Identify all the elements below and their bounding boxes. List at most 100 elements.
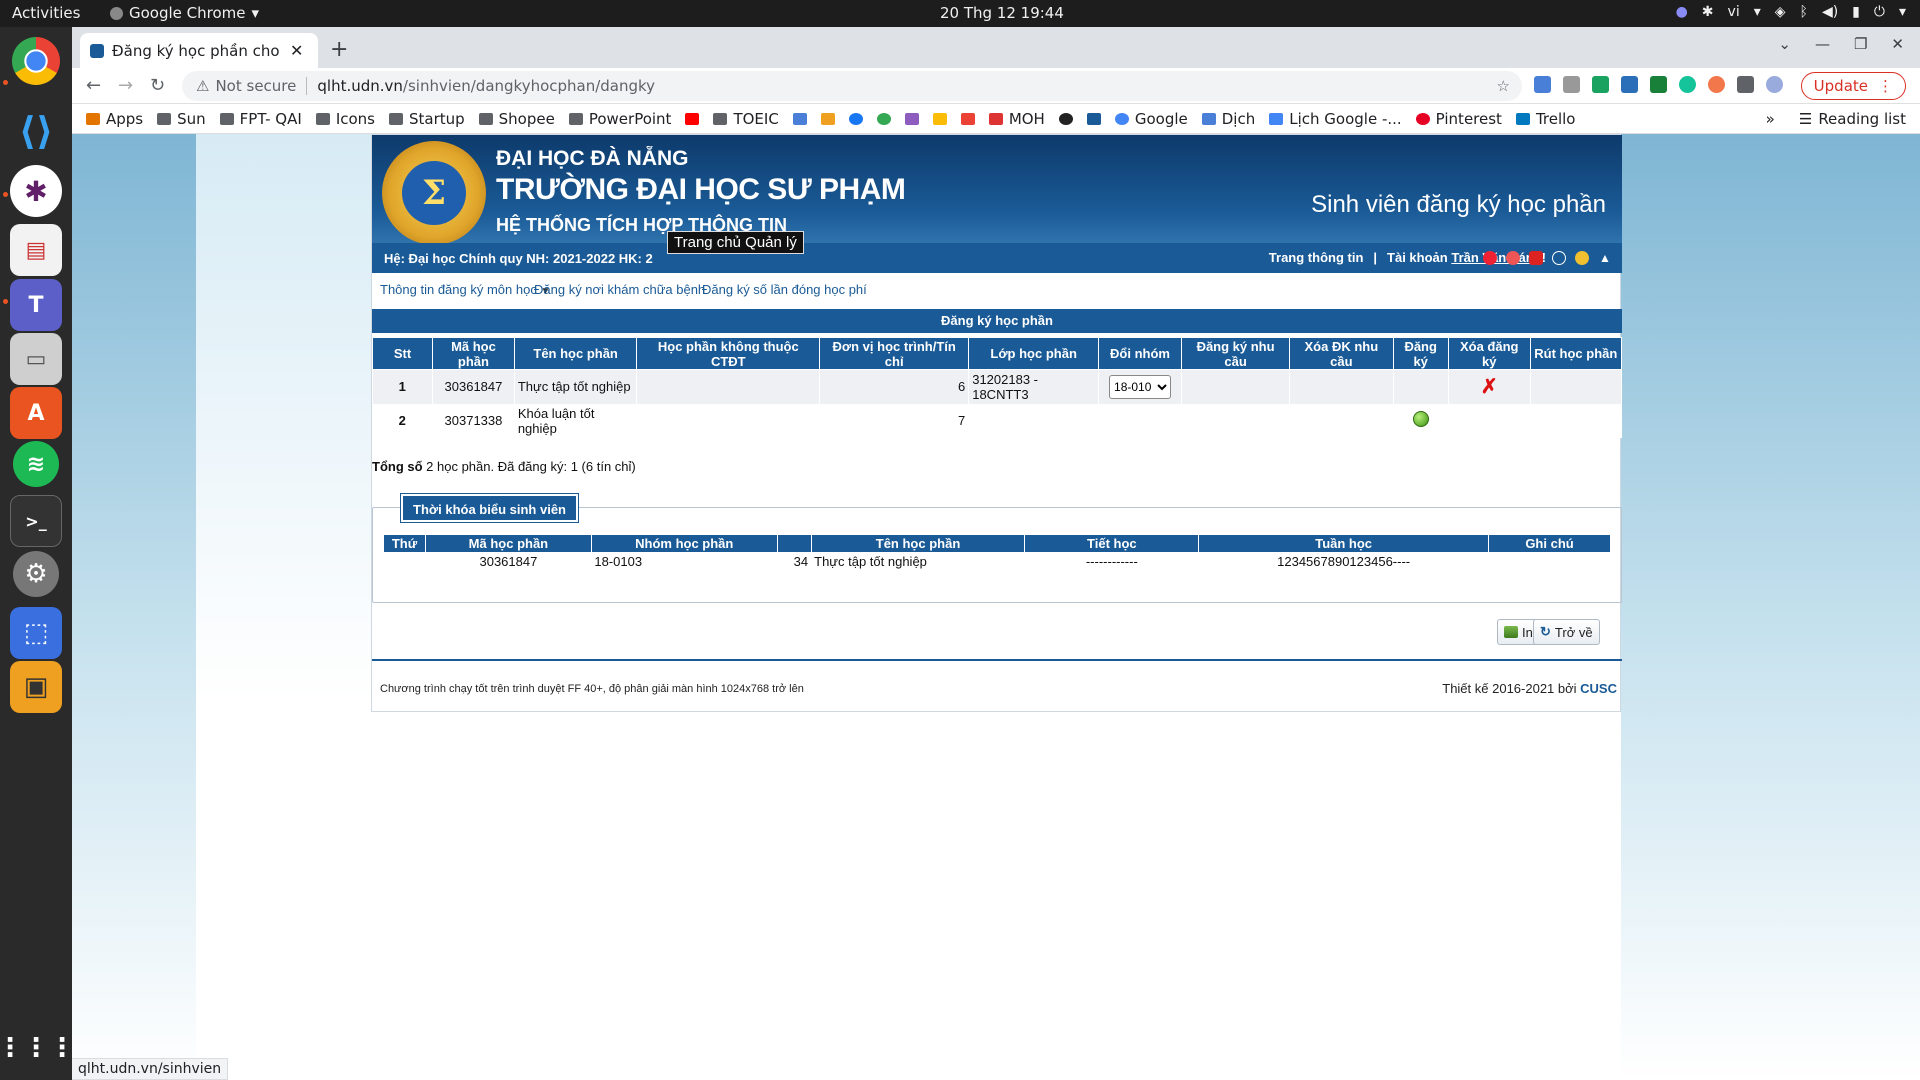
tab-search-icon[interactable]: ⌄: [1778, 35, 1791, 53]
info-page-link[interactable]: Trang thông tin: [1269, 250, 1364, 265]
files-dock-icon[interactable]: ▭: [10, 333, 62, 385]
vscode-dock-icon[interactable]: ⟨⟩: [10, 105, 62, 157]
back-button[interactable]: ↻ Trở về: [1533, 619, 1600, 645]
group-select[interactable]: 18-010: [1109, 374, 1172, 399]
screen-recorder-dock-icon[interactable]: ▣: [10, 661, 62, 713]
bookmark-google[interactable]: Google: [1114, 109, 1188, 128]
bookmark-trello[interactable]: Trello: [1515, 110, 1575, 128]
schedule-title[interactable]: Thời khóa biểu sinh viên: [401, 494, 578, 522]
bookmark-label: PowerPoint: [588, 109, 672, 128]
system-tray[interactable]: ● ✱ vi ▾ ◈ ᛒ ◀) ▮ ⏻ ▾: [1676, 4, 1906, 20]
chrome-small-icon: [110, 6, 123, 20]
more-bookmarks-icon[interactable]: »: [1766, 110, 1775, 128]
update-button[interactable]: Update ⋮: [1800, 72, 1906, 100]
bookmark-dich[interactable]: Dịch: [1201, 110, 1255, 128]
restore-icon[interactable]: ❐: [1854, 35, 1867, 53]
power-icon[interactable]: [1483, 251, 1497, 265]
bookmark-moh[interactable]: MOH: [988, 110, 1045, 128]
schedule-course-name: Thực tập tốt nghiệp: [814, 554, 927, 570]
slack-tray-icon[interactable]: ✱: [1702, 4, 1714, 20]
close-window-icon[interactable]: ✕: [1891, 35, 1904, 53]
bookmark-leaf[interactable]: [876, 112, 891, 125]
separator: |: [1373, 250, 1378, 265]
puzzle-extensions-icon[interactable]: [1737, 76, 1754, 93]
bookmark-apps[interactable]: Apps: [86, 110, 143, 128]
language-indicator[interactable]: vi: [1728, 4, 1740, 20]
reading-list-button[interactable]: » ☰ Reading list: [1766, 110, 1906, 128]
shield-extension-icon[interactable]: [1592, 76, 1609, 93]
video-icon[interactable]: [1529, 251, 1543, 265]
bookmark-startup[interactable]: Startup: [388, 110, 465, 128]
bookmark-facebook[interactable]: [848, 112, 863, 125]
university-logo[interactable]: Ʃ: [382, 141, 486, 245]
bookmark-ued[interactable]: [1086, 112, 1101, 125]
bookmark-toeic[interactable]: TOEIC: [713, 110, 779, 128]
bookmark-pinterest[interactable]: Pinterest: [1415, 110, 1502, 128]
extensions-area: [1534, 76, 1783, 93]
address-bar[interactable]: ⚠ Not secure qlht.udn.vn /sinhvien/dangk…: [182, 71, 1522, 101]
bookmark-youtube[interactable]: [685, 112, 700, 125]
bookmark-drive[interactable]: [932, 112, 947, 125]
bookmark-label: Google: [1134, 109, 1188, 128]
activities-button[interactable]: Activities: [12, 4, 80, 22]
bookmark-github[interactable]: [1058, 112, 1073, 125]
row-stt: 1: [372, 369, 434, 404]
menu-health-clinic-registration[interactable]: Đăng ký nơi khám chữa bệnh: [534, 282, 705, 297]
forward-icon[interactable]: →: [118, 75, 133, 96]
bookmark-fpt-qai[interactable]: FPT- QAI: [219, 110, 302, 128]
tab-title: Đăng ký học phần cho sin: [112, 41, 282, 60]
bookmark-calendar[interactable]: Lịch Google -...: [1269, 110, 1402, 128]
spotify-dock-icon[interactable]: ≋: [13, 441, 59, 487]
delete-registration-icon[interactable]: ✗: [1481, 376, 1498, 398]
new-tab-button[interactable]: +: [330, 37, 348, 62]
pocket-extension-icon[interactable]: [1563, 76, 1580, 93]
slack-dock-icon[interactable]: ✱: [10, 165, 62, 217]
clock[interactable]: 20 Thg 12 19:44: [940, 4, 1064, 22]
v-icon: [792, 112, 807, 125]
screenshot-dock-icon[interactable]: ⬚: [10, 607, 62, 659]
software-center-dock-icon[interactable]: A: [10, 387, 62, 439]
app-menu[interactable]: Google Chrome ▾: [110, 4, 259, 22]
minimize-icon[interactable]: —: [1815, 35, 1830, 53]
back-icon[interactable]: ←: [86, 75, 101, 96]
reload-icon[interactable]: ↻: [150, 75, 165, 96]
n-extension-icon[interactable]: [1621, 76, 1638, 93]
bookmark-shopee[interactable]: Shopee: [478, 110, 555, 128]
translate-extension-icon[interactable]: [1534, 76, 1551, 93]
menu-course-registration-info[interactable]: Thông tin đăng ký môn học ▼: [380, 282, 550, 297]
ued-icon: [1086, 112, 1101, 125]
menu-tuition-payment-registration[interactable]: Đăng ký số lần đóng học phí: [702, 282, 867, 297]
active-indicator: [3, 80, 8, 85]
profile-avatar-icon[interactable]: [1766, 76, 1783, 93]
bookmark-v[interactable]: [792, 112, 807, 125]
register-icon[interactable]: [1412, 411, 1429, 427]
bookmark-h[interactable]: [904, 112, 919, 125]
teams-tray-icon[interactable]: ●: [1676, 4, 1688, 20]
schedule-number: 34: [793, 554, 809, 570]
terminal-dock-icon[interactable]: >_: [10, 495, 62, 547]
bookmark-edu[interactable]: [820, 112, 835, 125]
collapse-up-icon[interactable]: ▲: [1598, 251, 1612, 265]
honey-extension-icon[interactable]: [1708, 76, 1725, 93]
teams-dock-icon[interactable]: T: [10, 279, 62, 331]
meet-extension-icon[interactable]: [1650, 76, 1667, 93]
bookmark-powerpoint[interactable]: PowerPoint: [568, 109, 672, 128]
row-course-code: 30361847: [432, 369, 515, 404]
announcement-icon[interactable]: [1575, 251, 1589, 265]
bookmark-gmail[interactable]: [960, 112, 975, 125]
show-applications-icon[interactable]: ⋮⋮⋮: [0, 1022, 75, 1074]
grammarly-extension-icon[interactable]: [1679, 76, 1696, 93]
tab-dang-ky-hoc-phan[interactable]: Đăng ký học phần cho sin ✕: [80, 33, 318, 68]
bookmark-star-icon[interactable]: ☆: [1497, 77, 1510, 95]
home-icon[interactable]: [1506, 251, 1520, 265]
settings-dock-icon[interactable]: ⚙: [13, 551, 59, 597]
document-viewer-dock-icon[interactable]: ▤: [10, 224, 62, 276]
bookmark-icons[interactable]: Icons: [315, 110, 375, 128]
bookmark-sun[interactable]: Sun: [157, 110, 206, 128]
help-icon[interactable]: [1552, 251, 1566, 265]
app-name: Google Chrome: [129, 4, 246, 22]
close-tab-icon[interactable]: ✕: [290, 41, 303, 60]
cusc-link[interactable]: CUSC: [1580, 681, 1617, 696]
not-secure-label[interactable]: Not secure: [215, 77, 308, 95]
chrome-dock-icon[interactable]: [12, 37, 60, 85]
